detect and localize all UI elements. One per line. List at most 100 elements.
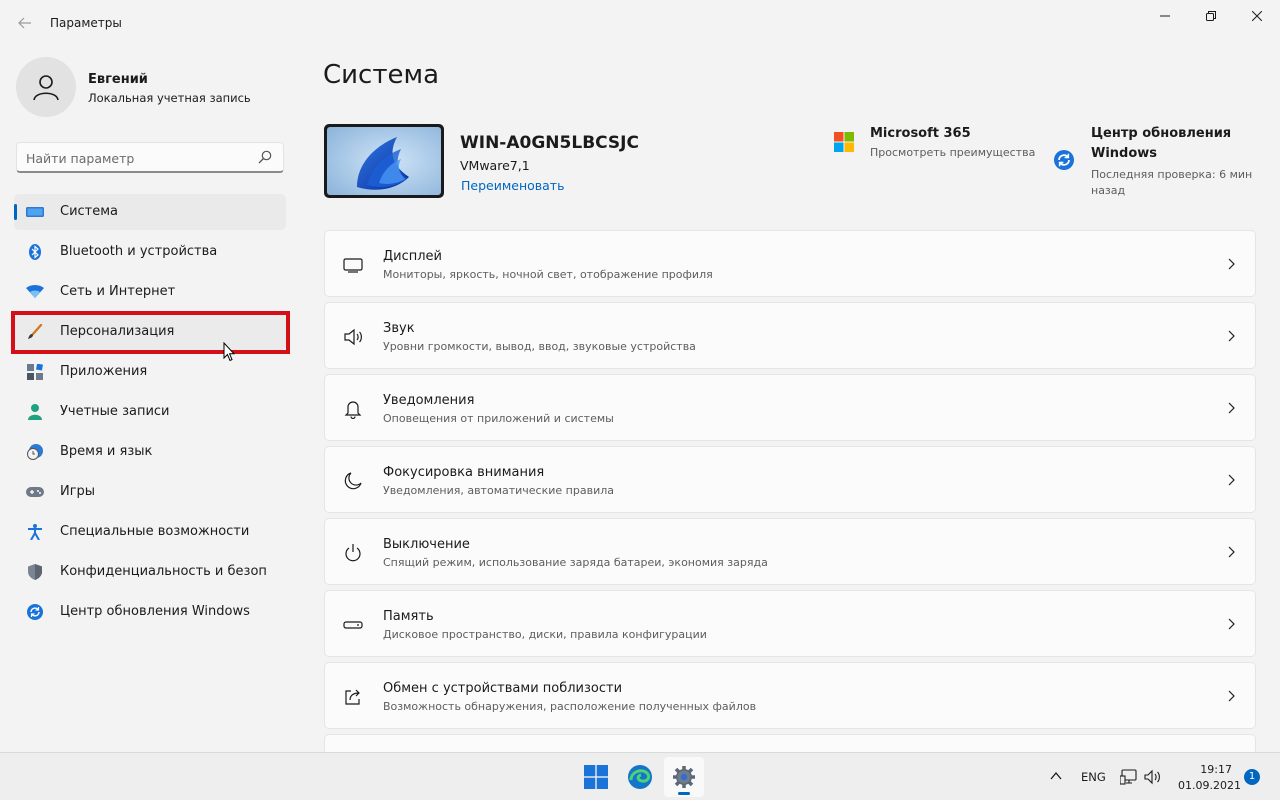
sidebar-item-network[interactable]: Сеть и Интернет — [14, 274, 286, 310]
card-title: Звук — [383, 321, 415, 336]
sidebar-item-windows-update[interactable]: Центр обновления Windows — [14, 594, 286, 630]
brush-icon — [26, 324, 44, 340]
sidebar-item-label: Учетные записи — [60, 404, 170, 419]
card-subtitle: Возможность обнаружения, расположение по… — [383, 700, 757, 713]
search-input[interactable] — [26, 149, 251, 167]
card-subtitle: Уведомления, автоматические правила — [383, 484, 614, 497]
wifi-icon — [26, 284, 44, 300]
promo-subtitle: Последняя проверка: 6 мин назад — [1091, 168, 1253, 197]
card-title: Обмен с устройствами поблизости — [383, 681, 623, 696]
card-sound[interactable]: Звук Уровни громкости, вывод, ввод, звук… — [324, 302, 1256, 369]
search-box[interactable] — [16, 142, 284, 173]
card-title: Дисплей — [383, 249, 443, 264]
card-display[interactable]: Дисплей Мониторы, яркость, ночной свет, … — [324, 230, 1256, 297]
language-indicator[interactable]: ENG — [1081, 770, 1106, 784]
settings-gear-icon — [673, 766, 695, 788]
edge-button[interactable] — [620, 757, 660, 797]
app-title: Параметры — [50, 16, 122, 30]
update-icon — [26, 604, 44, 620]
account-type: Локальная учетная запись — [88, 91, 251, 105]
sidebar-item-label: Персонализация — [60, 324, 175, 339]
card-subtitle: Мониторы, яркость, ночной свет, отображе… — [383, 268, 713, 281]
selected-indicator — [14, 204, 17, 220]
card-storage[interactable]: Память Дисковое пространство, диски, пра… — [324, 590, 1256, 657]
sidebar-item-label: Сеть и Интернет — [60, 284, 176, 299]
minimize-button[interactable] — [1142, 0, 1188, 32]
start-button[interactable] — [576, 757, 616, 797]
close-icon — [1252, 11, 1262, 21]
sidebar-item-personalization[interactable]: Персонализация — [14, 314, 286, 350]
clock-time[interactable]: 19:17 — [1180, 763, 1232, 776]
mouse-cursor-icon — [223, 342, 235, 362]
chevron-right-icon — [1228, 258, 1235, 270]
rename-link[interactable]: Переименовать — [461, 178, 564, 193]
clock-date[interactable]: 01.09.2021 — [1178, 779, 1241, 792]
sidebar-item-label: Конфиденциальность и безопас — [60, 564, 266, 579]
card-subtitle: Спящий режим, использование заряда батар… — [383, 556, 768, 569]
minimize-icon — [1160, 15, 1170, 17]
tray-icons[interactable] — [1120, 767, 1166, 787]
sidebar-item-accounts[interactable]: Учетные записи — [14, 394, 286, 430]
sidebar-item-apps[interactable]: Приложения — [14, 354, 286, 390]
card-title: Фокусировка внимания — [383, 465, 545, 480]
speaker-icon — [344, 328, 362, 346]
sidebar-item-label: Bluetooth и устройства — [60, 244, 218, 259]
arrow-left-icon — [18, 17, 31, 29]
sidebar-item-label: Время и язык — [60, 444, 153, 459]
edge-icon — [628, 765, 652, 789]
notification-badge[interactable]: 1 — [1244, 769, 1260, 785]
volume-icon — [1144, 769, 1160, 785]
clock-globe-icon — [26, 444, 44, 460]
settings-taskbar-button[interactable] — [664, 757, 704, 797]
sidebar-nav: Система Bluetooth и устройства Сеть и Ин… — [14, 194, 286, 634]
sidebar-item-label: Центр обновления Windows — [60, 604, 250, 619]
card-focus-assist[interactable]: Фокусировка внимания Уведомления, автома… — [324, 446, 1256, 513]
card-subtitle: Уровни громкости, вывод, ввод, звуковые … — [383, 340, 696, 353]
user-profile[interactable]: Евгений Локальная учетная запись — [16, 57, 286, 117]
gamepad-icon — [26, 484, 44, 500]
monitor-icon — [343, 258, 363, 273]
apps-icon — [26, 364, 44, 380]
chevron-right-icon — [1228, 474, 1235, 486]
promo-title: Microsoft 365 — [870, 126, 971, 141]
search-icon — [258, 150, 272, 164]
power-icon — [345, 544, 361, 562]
person-icon — [26, 404, 44, 420]
microsoft-logo-icon — [834, 132, 854, 152]
chevron-right-icon — [1228, 402, 1235, 414]
chevron-up-icon[interactable] — [1048, 768, 1064, 784]
promo-subtitle: Просмотреть преимущества — [870, 146, 1036, 159]
card-power[interactable]: Выключение Спящий режим, использование з… — [324, 518, 1256, 585]
chevron-right-icon — [1228, 690, 1235, 702]
share-icon — [345, 689, 360, 705]
device-thumbnail — [324, 124, 444, 198]
sidebar-item-system[interactable]: Система — [14, 194, 286, 230]
device-model: VMware7,1 — [460, 158, 530, 173]
running-indicator — [678, 792, 690, 795]
sidebar-item-label: Специальные возможности — [60, 524, 250, 539]
promo-title: Центр обновления Windows — [1091, 126, 1232, 161]
sidebar-item-label: Система — [60, 204, 119, 219]
sidebar-item-privacy[interactable]: Конфиденциальность и безопас — [14, 554, 286, 590]
network-icon — [1120, 769, 1137, 785]
maximize-button[interactable] — [1188, 0, 1234, 32]
sidebar-item-bluetooth[interactable]: Bluetooth и устройства — [14, 234, 286, 270]
display-icon — [26, 204, 44, 220]
back-button[interactable] — [14, 14, 36, 34]
user-icon — [33, 75, 59, 101]
close-button[interactable] — [1234, 0, 1280, 32]
card-notifications[interactable]: Уведомления Оповещения от приложений и с… — [324, 374, 1256, 441]
taskbar: ENG 19:17 01.09.2021 1 — [0, 752, 1280, 800]
card-title: Уведомления — [383, 393, 475, 408]
accessibility-icon — [26, 524, 44, 540]
avatar — [16, 57, 76, 117]
device-name: WIN-A0GN5LBCSJC — [460, 133, 639, 153]
sidebar-item-accessibility[interactable]: Специальные возможности — [14, 514, 286, 550]
title-bar: Параметры — [0, 0, 1280, 48]
card-nearby-sharing[interactable]: Обмен с устройствами поблизости Возможно… — [324, 662, 1256, 729]
sidebar-item-gaming[interactable]: Игры — [14, 474, 286, 510]
page-title: Система — [323, 60, 440, 90]
chevron-right-icon — [1228, 546, 1235, 558]
sidebar-item-time-language[interactable]: Время и язык — [14, 434, 286, 470]
wallpaper-preview — [327, 127, 441, 195]
